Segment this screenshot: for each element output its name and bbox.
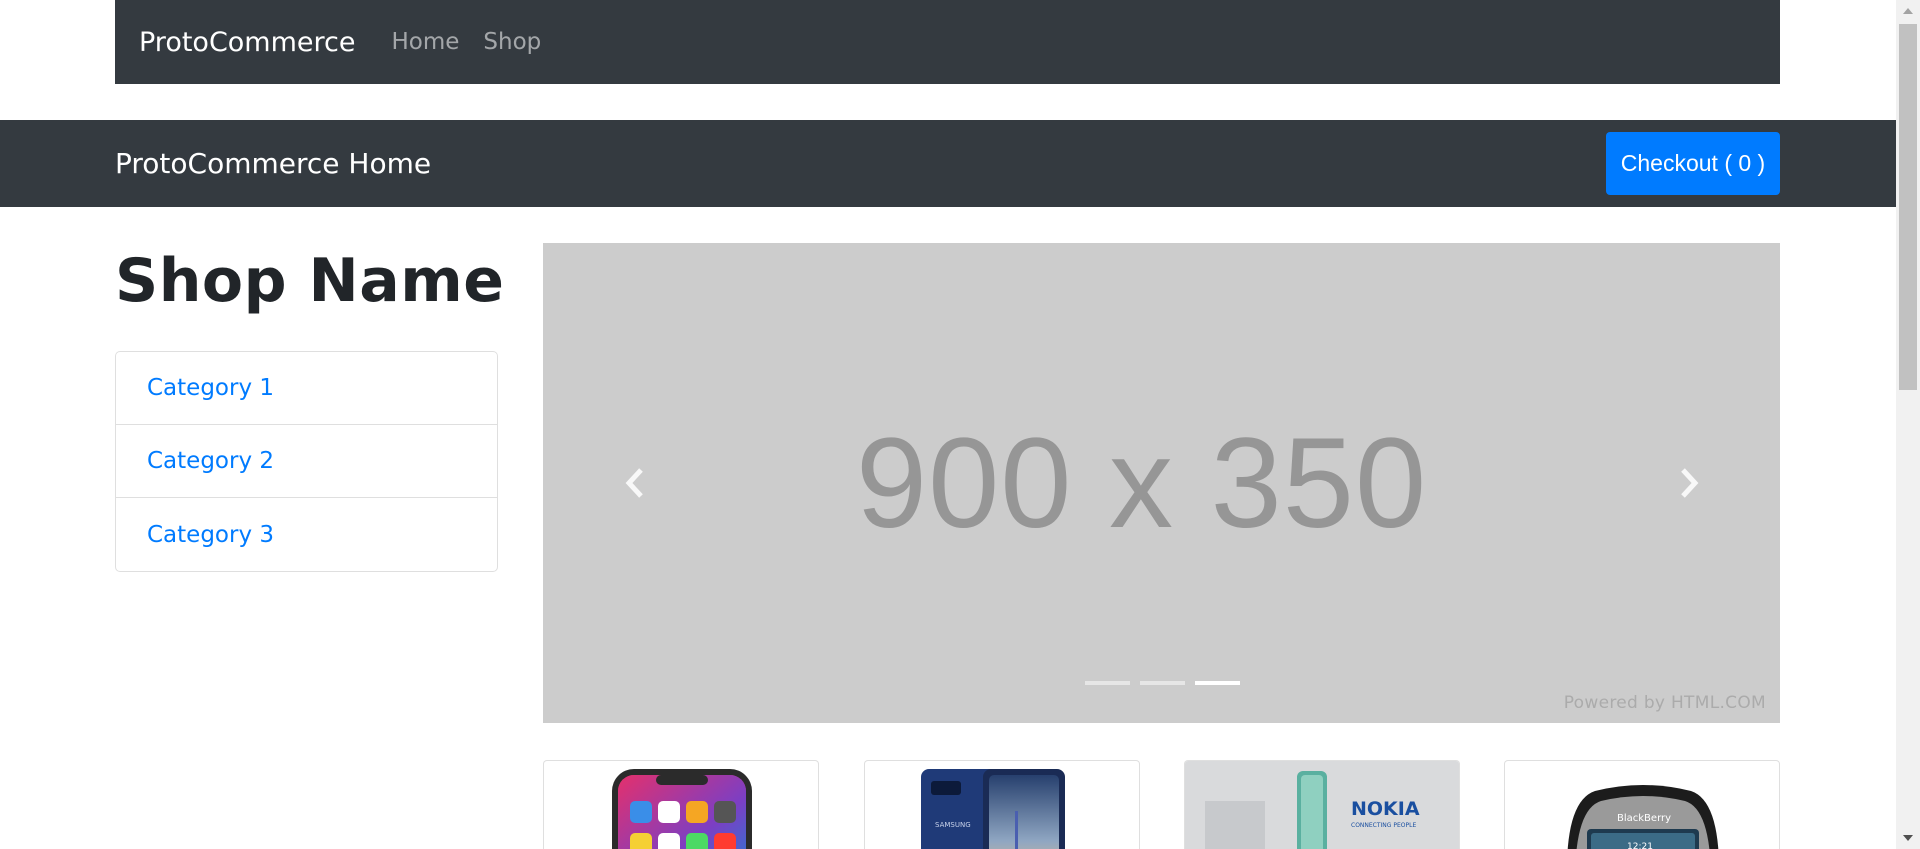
scroll-down-button[interactable] — [1896, 827, 1920, 849]
scroll-up-arrow-icon — [1903, 8, 1913, 14]
iphone-x-phone-icon — [612, 769, 752, 849]
category-item-2[interactable]: Category 2 — [116, 425, 497, 498]
product-card-3[interactable]: NOKIA CONNECTING PEOPLE — [1184, 760, 1460, 849]
product-card-2[interactable]: SAMSUNG — [864, 760, 1140, 849]
category-item-3[interactable]: Category 3 — [116, 498, 497, 571]
chevron-left-icon — [625, 468, 643, 498]
navbar-brand[interactable]: ProtoCommerce — [139, 27, 356, 58]
svg-text:NOKIA: NOKIA — [1351, 798, 1420, 820]
product-card-4[interactable]: BlackBerry 12:21 — [1504, 760, 1780, 849]
category-list: Category 1 Category 2 Category 3 — [115, 351, 498, 572]
top-navbar: ProtoCommerce Home Shop — [115, 0, 1780, 84]
checkout-button[interactable]: Checkout ( 0 ) — [1606, 132, 1780, 195]
image-carousel: 900 x 350 Powered by HTML.COM — [543, 243, 1780, 723]
category-item-1[interactable]: Category 1 — [116, 352, 497, 425]
svg-text:SAMSUNG: SAMSUNG — [935, 821, 971, 829]
powered-by-label: Powered by HTML.COM — [1563, 693, 1766, 713]
carousel-indicator-2[interactable] — [1140, 681, 1185, 685]
carousel-next-button[interactable] — [1669, 453, 1709, 513]
vertical-scrollbar[interactable] — [1896, 0, 1920, 849]
samsung-note-8-phone-icon: SAMSUNG — [921, 769, 1065, 849]
nav-link-shop[interactable]: Shop — [483, 29, 541, 55]
scrollbar-thumb[interactable] — [1899, 24, 1917, 390]
page-header-title: ProtoCommerce Home — [115, 147, 432, 180]
carousel-prev-button[interactable] — [615, 453, 655, 513]
svg-text:12:21: 12:21 — [1627, 842, 1653, 849]
carousel-placeholder-text: 900 x 350 — [855, 411, 1428, 555]
shop-name-heading: Shop Name — [115, 246, 505, 316]
svg-text:BlackBerry: BlackBerry — [1617, 813, 1671, 824]
scroll-up-button[interactable] — [1896, 0, 1920, 22]
product-card-1[interactable] — [543, 760, 819, 849]
svg-text:CONNECTING PEOPLE: CONNECTING PEOPLE — [1351, 822, 1416, 829]
carousel-indicators — [1085, 681, 1240, 685]
scroll-down-arrow-icon — [1903, 835, 1913, 841]
nav-link-home[interactable]: Home — [392, 29, 460, 55]
chevron-right-icon — [1681, 468, 1699, 498]
carousel-indicator-3[interactable] — [1195, 681, 1240, 685]
carousel-indicator-1[interactable] — [1085, 681, 1130, 685]
nokia-edge-phone-icon: NOKIA CONNECTING PEOPLE — [1185, 761, 1459, 849]
blackberry-phone-icon: BlackBerry 12:21 — [1567, 785, 1719, 849]
